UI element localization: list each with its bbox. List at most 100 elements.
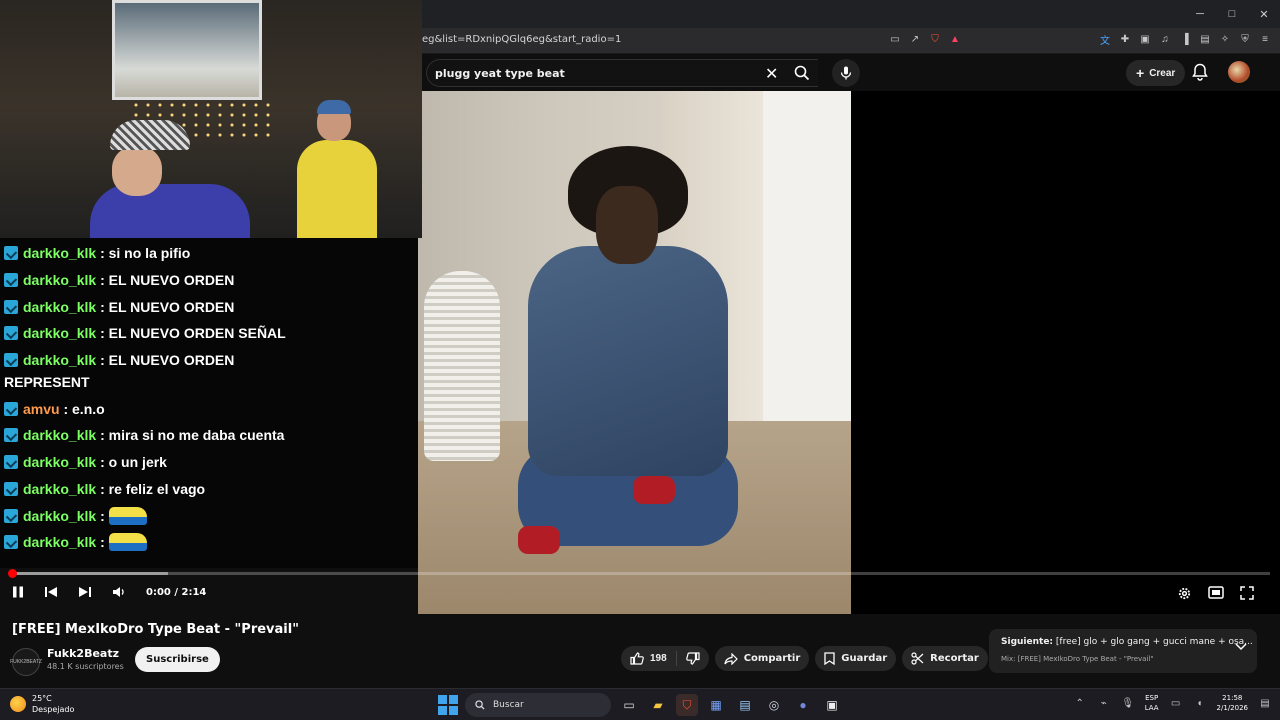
- create-button[interactable]: + Crear: [1126, 60, 1186, 86]
- network-icon[interactable]: ⌁: [1097, 696, 1111, 710]
- up-next-card[interactable]: Siguiente: [free] glo + glo gang + gucci…: [989, 629, 1257, 673]
- up-next-video: [free] glo + glo gang + gucci mane + osa…: [1055, 637, 1253, 647]
- scrubber-handle[interactable]: [8, 569, 17, 578]
- video-player[interactable]: [418, 91, 1280, 614]
- clock[interactable]: 21:58 2/1/2026: [1217, 693, 1248, 713]
- brave-browser-icon[interactable]: ⛉: [676, 694, 698, 716]
- chat-message-continued: REPRESENT: [4, 371, 90, 393]
- subscribe-button[interactable]: Suscribirse: [135, 647, 220, 672]
- chat-emote: [108, 533, 147, 551]
- vpn-icon[interactable]: ⛨: [1238, 32, 1252, 46]
- chevron-down-icon[interactable]: [1235, 643, 1247, 651]
- sidebar-icon[interactable]: ▐: [1178, 32, 1192, 46]
- next-icon[interactable]: [78, 586, 92, 598]
- taskbar-search[interactable]: Buscar: [465, 693, 611, 717]
- like-button[interactable]: 198: [621, 646, 676, 671]
- chat-username: darkko_klk: [23, 299, 97, 315]
- save-label: Guardar: [841, 653, 888, 664]
- address-bar[interactable]: eg&list=RDxnipQGlq6eg&start_radio=1 ▭ ↗ …: [422, 28, 1280, 54]
- streamer-cap: [110, 120, 190, 150]
- channel-avatar-text: FUKK2BEATZ: [10, 659, 42, 665]
- channel-avatar[interactable]: FUKK2BEATZ: [10, 648, 42, 676]
- share-icon[interactable]: ↗: [908, 32, 922, 46]
- chat-badge-icon: [4, 246, 18, 260]
- task-view-icon[interactable]: ▭: [618, 694, 640, 716]
- search-input[interactable]: plugg yeat type beat: [435, 67, 565, 80]
- windows-start-icon[interactable]: [438, 695, 458, 715]
- search-button[interactable]: [782, 59, 822, 87]
- minimize-button[interactable]: ─: [1184, 0, 1216, 28]
- streamer-head: [112, 146, 162, 196]
- pause-icon[interactable]: [12, 586, 24, 598]
- display-icon[interactable]: ▭: [1169, 696, 1183, 710]
- theater-mode-icon[interactable]: [1208, 586, 1224, 599]
- thumbs-up-icon: [630, 652, 644, 665]
- share-label: Compartir: [743, 653, 801, 664]
- brave-shield-icon[interactable]: ⛉: [928, 32, 942, 46]
- chat-text: : EL NUEVO ORDEN: [100, 352, 235, 368]
- create-label: Crear: [1149, 67, 1176, 79]
- maximize-button[interactable]: □: [1216, 0, 1248, 28]
- notification-center-icon[interactable]: ▤: [1258, 696, 1272, 710]
- fullscreen-icon[interactable]: [1240, 586, 1254, 600]
- chat-badge-icon: [4, 455, 18, 469]
- window-controls: ─ □ ✕: [1184, 0, 1280, 28]
- translate-icon[interactable]: 文: [1098, 32, 1112, 47]
- steam-icon[interactable]: ◎: [763, 694, 785, 716]
- obs-icon[interactable]: ▣: [821, 694, 843, 716]
- voice-search-button[interactable]: [832, 59, 860, 87]
- clear-search-icon[interactable]: ✕: [765, 64, 778, 84]
- search-box[interactable]: plugg yeat type beat ✕: [426, 59, 818, 87]
- friend-cap: [317, 100, 351, 114]
- language-indicator[interactable]: ESP LAA: [1145, 693, 1159, 713]
- chat-text: REPRESENT: [4, 374, 90, 390]
- chat-message: darkko_klk : o un jerk: [4, 451, 167, 473]
- music-icon[interactable]: ♫: [1158, 32, 1172, 46]
- notifications-button[interactable]: [1192, 63, 1208, 81]
- close-window-button[interactable]: ✕: [1248, 0, 1280, 28]
- channel-name[interactable]: Fukk2Beatz: [47, 647, 119, 660]
- dislike-button[interactable]: [677, 646, 709, 671]
- speaker-icon[interactable]: ◖: [1193, 696, 1207, 710]
- wallet-icon[interactable]: ▤: [1198, 32, 1212, 46]
- chat-text: : EL NUEVO ORDEN: [100, 299, 235, 315]
- discord-icon[interactable]: ●: [792, 694, 814, 716]
- share-button[interactable]: Compartir: [714, 646, 810, 671]
- microphone-tray-icon[interactable]: 🎙: [1121, 696, 1135, 710]
- volume-icon[interactable]: [112, 586, 126, 598]
- taskbar: 25°C Despejado Buscar ▭ ▰ ⛉ ▦ ▤ ◎ ● ▣ ⌃ …: [0, 688, 1280, 720]
- progress-bar[interactable]: [8, 569, 1270, 578]
- denim-jacket: [528, 246, 728, 476]
- chat-badge-icon: [4, 326, 18, 340]
- chevron-up-icon[interactable]: ⌃: [1073, 696, 1087, 710]
- bookmark-icon: [824, 652, 835, 665]
- player-controls: 0:00 / 2:14: [0, 562, 1280, 614]
- file-explorer-icon[interactable]: ▰: [647, 694, 669, 716]
- controls-right: [1177, 586, 1254, 601]
- chat-overlay: darkko_klk : si no la pifio darkko_klk :…: [0, 238, 418, 568]
- chat-text: : EL NUEVO ORDEN SEÑAL: [100, 325, 286, 341]
- puzzle-icon[interactable]: ✚: [1118, 32, 1132, 46]
- save-button[interactable]: Guardar: [815, 646, 897, 671]
- user-avatar[interactable]: [1228, 61, 1250, 83]
- weather-widget[interactable]: 25°C Despejado: [10, 693, 74, 715]
- thumbs-down-icon: [685, 652, 700, 665]
- menu-icon[interactable]: ≡: [1258, 32, 1272, 46]
- notepad-icon[interactable]: ▤: [734, 694, 756, 716]
- leo-ai-icon[interactable]: ✧: [1218, 32, 1232, 46]
- bell-icon: [1192, 63, 1208, 81]
- chat-message: darkko_klk :: [4, 531, 147, 553]
- chat-text: : EL NUEVO ORDEN: [100, 272, 235, 288]
- settings-icon[interactable]: [1177, 586, 1192, 601]
- like-dislike-group: 198: [621, 646, 709, 671]
- screenshot-icon[interactable]: ▣: [1138, 32, 1152, 46]
- cast-icon[interactable]: ▭: [888, 32, 902, 46]
- previous-icon[interactable]: [44, 586, 58, 598]
- shoe: [633, 476, 675, 504]
- temperature: 25°C: [32, 694, 52, 703]
- clip-button[interactable]: Recortar: [902, 646, 988, 671]
- up-next-mix: Mix: [FREE] MexIkoDro Type Beat - "Preva…: [1001, 655, 1154, 663]
- brave-rewards-icon[interactable]: ▲: [948, 32, 962, 46]
- url-text[interactable]: eg&list=RDxnipQGlq6eg&start_radio=1: [422, 34, 621, 45]
- calculator-icon[interactable]: ▦: [705, 694, 727, 716]
